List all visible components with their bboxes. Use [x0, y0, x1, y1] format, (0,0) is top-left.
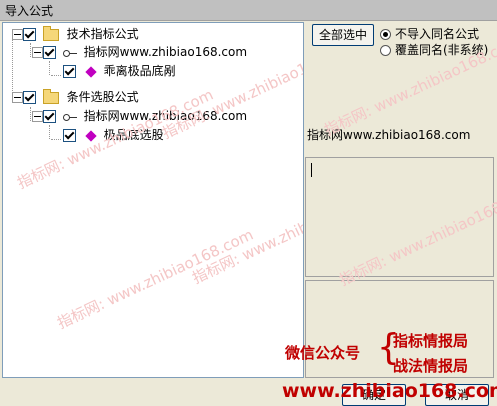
formula-icon — [85, 129, 97, 142]
account-name-2: 战法情报局 — [393, 357, 469, 375]
tree-connector — [49, 61, 50, 75]
checkbox[interactable] — [23, 91, 36, 104]
checkbox[interactable] — [23, 28, 36, 41]
tree-connector — [30, 43, 31, 57]
collapse-icon[interactable] — [32, 47, 43, 58]
watermark: 指标网: www.zhibiao168.com — [54, 225, 257, 333]
collapse-icon[interactable] — [32, 111, 43, 122]
radio-label: 覆盖同名(非系统) — [395, 43, 489, 57]
radio-label: 不导入同名公式 — [395, 27, 480, 41]
tree-node-label: 乖离极品底剐 — [103, 64, 176, 78]
title-bar: 导入公式 — [0, 0, 497, 21]
tree-leaf-formula[interactable]: 乖离极品底剐 — [63, 62, 176, 80]
tree-node-label: 指标网www.zhibiao168.com — [83, 45, 248, 59]
ad-site-url: www.zhibiao168.com — [282, 380, 497, 402]
radio-skip-duplicates[interactable]: 不导入同名公式 — [380, 27, 479, 41]
radio-dot[interactable] — [380, 29, 391, 40]
text-caret — [311, 163, 312, 177]
tree-node-indicator-formulas[interactable]: 技术指标公式 — [12, 25, 139, 43]
tree-node-label: 指标网www.zhibiao168.com — [83, 109, 248, 123]
wechat-account-label: 微信公众号 — [285, 344, 361, 362]
collapse-icon[interactable] — [12, 92, 23, 103]
checkbox[interactable] — [43, 110, 56, 123]
tree-connector — [12, 33, 13, 97]
tree-connector — [49, 125, 50, 139]
select-all-button[interactable]: 全部选中 — [312, 24, 374, 46]
radio-overwrite-duplicates[interactable]: 覆盖同名(非系统) — [380, 43, 488, 57]
checkbox[interactable] — [63, 65, 76, 78]
tree-leaf-formula[interactable]: 极品底选股 — [63, 126, 164, 144]
tree-node-label: 技术指标公式 — [66, 27, 139, 41]
tree-node-label: 极品底选股 — [103, 128, 164, 142]
collapse-icon[interactable] — [12, 29, 23, 40]
formula-icon — [85, 65, 97, 78]
formula-description-box[interactable] — [305, 157, 494, 277]
tree-node-label: 条件选股公式 — [66, 90, 139, 104]
tree-node-screener-formulas[interactable]: 条件选股公式 — [12, 88, 139, 106]
watermark: 指标网: www.zhibiao168.com — [189, 180, 304, 288]
tree-node-site-group[interactable]: 指标网www.zhibiao168.com — [32, 43, 248, 61]
folder-icon — [42, 25, 59, 41]
formula-tree[interactable]: 技术指标公式 指标网www.zhibiao168.com 乖离极品底剐 条件选股… — [2, 22, 304, 378]
checkbox[interactable] — [43, 46, 56, 59]
formula-source-label: 指标网www.zhibiao168.com — [307, 128, 471, 142]
radio-dot[interactable] — [380, 45, 391, 56]
key-icon — [62, 112, 77, 122]
tree-connector — [30, 107, 31, 121]
tree-connector — [51, 75, 61, 76]
account-name-1: 指标情报局 — [393, 332, 469, 350]
tree-node-site-group[interactable]: 指标网www.zhibiao168.com — [32, 107, 248, 125]
window-title: 导入公式 — [5, 4, 54, 18]
folder-icon — [42, 88, 59, 104]
tree-connector — [51, 139, 61, 140]
checkbox[interactable] — [63, 129, 76, 142]
key-icon — [62, 48, 77, 58]
